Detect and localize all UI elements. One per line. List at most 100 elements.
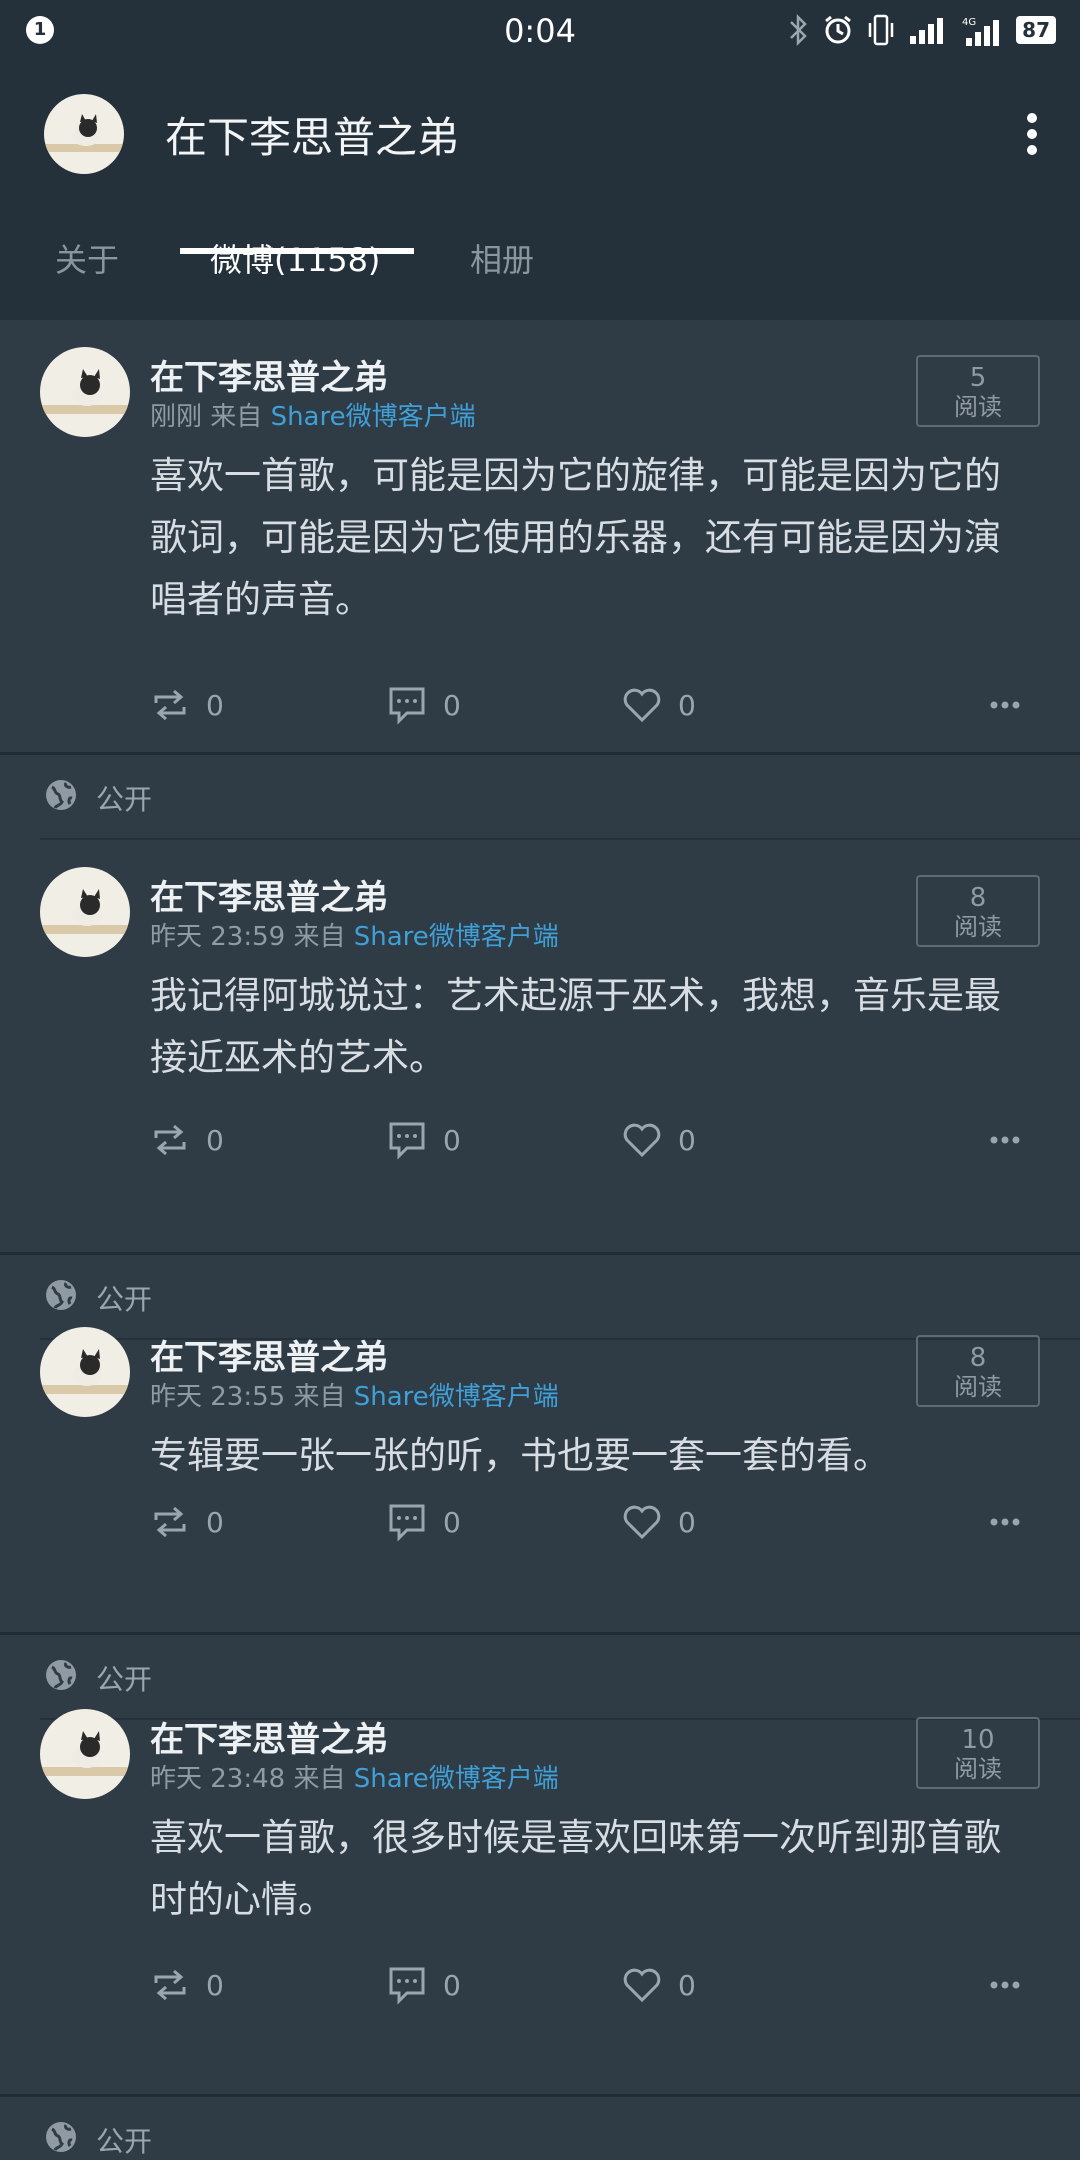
read-count-box: 8 阅读 (916, 1335, 1040, 1407)
read-count: 8 (969, 883, 987, 913)
post-meta: 昨天 23:59 来自 Share微博客户端 (150, 916, 559, 953)
comment-icon (387, 1965, 427, 2005)
post-divider (0, 2094, 1080, 2097)
like-button[interactable]: 0 (622, 1497, 696, 1547)
tab-weibo[interactable]: 微博(1158) (210, 235, 380, 281)
comment-button[interactable]: 0 (387, 680, 461, 730)
post-from-label: 来自 (293, 1764, 346, 1794)
read-count: 5 (969, 363, 987, 393)
post-card[interactable]: 在下李思普之弟 昨天 23:59 来自 Share微博客户端 8 阅读 我记得阿… (0, 840, 1080, 1180)
repost-icon (150, 1504, 190, 1540)
avatar[interactable] (40, 1327, 130, 1417)
more-horizontal-icon[interactable] (990, 1960, 1020, 2010)
repost-button[interactable]: 0 (150, 1960, 224, 2010)
repost-button[interactable]: 0 (150, 1497, 224, 1547)
post-card[interactable]: 在下李思普之弟 昨天 23:55 来自 Share微博客户端 8 阅读 专辑要一… (0, 1300, 1080, 1560)
avatar[interactable] (44, 94, 124, 174)
post-author[interactable]: 在下李思普之弟 (150, 350, 388, 399)
like-button[interactable]: 0 (622, 680, 696, 730)
read-label: 阅读 (954, 393, 1002, 421)
globe-icon (44, 778, 78, 819)
repost-count: 0 (206, 1505, 224, 1539)
comment-icon (387, 685, 427, 725)
network-type-label: 4G (962, 17, 976, 28)
more-horizontal-icon[interactable] (990, 680, 1020, 730)
read-count-box: 5 阅读 (916, 355, 1040, 427)
post-from-label: 来自 (210, 402, 263, 432)
globe-icon (44, 2120, 78, 2160)
repost-icon (150, 1122, 190, 1158)
post-text[interactable]: 喜欢一首歌，很多时候是喜欢回味第一次听到那首歌时的心情。 (150, 1807, 1035, 1931)
like-count: 0 (678, 688, 696, 722)
repost-count: 0 (206, 688, 224, 722)
avatar[interactable] (40, 867, 130, 957)
tab-about[interactable]: 关于 (55, 235, 119, 281)
post-card[interactable]: 在下李思普之弟 昨天 23:48 来自 Share微博客户端 10 阅读 喜欢一… (0, 1682, 1080, 2022)
read-count: 10 (961, 1725, 995, 1755)
post-meta: 刚刚 来自 Share微博客户端 (150, 396, 476, 433)
heart-icon (622, 687, 662, 723)
post-source-link[interactable]: Share微博客户端 (354, 1382, 559, 1412)
repost-icon (150, 687, 190, 723)
post-divider (0, 1252, 1080, 1255)
post-from-label: 来自 (293, 922, 346, 952)
heart-icon (622, 1504, 662, 1540)
repost-count: 0 (206, 1968, 224, 2002)
comment-button[interactable]: 0 (387, 1960, 461, 2010)
visibility-label: 公开 (96, 2125, 153, 2158)
like-button[interactable]: 0 (622, 1115, 696, 1165)
read-label: 阅读 (954, 1373, 1002, 1401)
post-source-link[interactable]: Share微博客户端 (354, 922, 559, 952)
read-label: 阅读 (954, 1755, 1002, 1783)
like-button[interactable]: 0 (622, 1960, 696, 2010)
post-meta: 昨天 23:55 来自 Share微博客户端 (150, 1376, 559, 1413)
profile-header: 在下李思普之弟 关于 微博(1158) 相册 (0, 60, 1080, 320)
active-tab-indicator (180, 248, 414, 254)
comment-button[interactable]: 0 (387, 1115, 461, 1165)
post-actions: 0 0 0 (0, 1115, 1080, 1165)
post-text[interactable]: 我记得阿城说过：艺术起源于巫术，我想，音乐是最接近巫术的艺术。 (150, 965, 1035, 1089)
tab-album[interactable]: 相册 (470, 235, 534, 281)
heart-icon (622, 1122, 662, 1158)
post-meta: 昨天 23:48 来自 Share微博客户端 (150, 1758, 559, 1795)
comment-button[interactable]: 0 (387, 1497, 461, 1547)
post-from-label: 来自 (293, 1382, 346, 1412)
repost-count: 0 (206, 1123, 224, 1157)
more-vertical-icon[interactable] (1024, 110, 1040, 158)
signal-4g-icon: 4G (962, 17, 1000, 46)
post-time: 刚刚 (150, 402, 203, 432)
post-author[interactable]: 在下李思普之弟 (150, 1330, 388, 1379)
heart-icon (622, 1967, 662, 2003)
post-text[interactable]: 喜欢一首歌，可能是因为它的旋律，可能是因为它的歌词，可能是因为它使用的乐器，还有… (150, 445, 1035, 631)
post-source-link[interactable]: Share微博客户端 (354, 1764, 559, 1794)
visibility-row: 公开 (44, 778, 152, 818)
visibility-label: 公开 (96, 783, 153, 816)
post-time: 昨天 23:48 (150, 1764, 286, 1794)
read-count-box: 10 阅读 (916, 1717, 1040, 1789)
post-actions: 0 0 0 (0, 1960, 1080, 2010)
avatar[interactable] (40, 347, 130, 437)
post-card[interactable]: 在下李思普之弟 刚刚 来自 Share微博客户端 5 阅读 喜欢一首歌，可能是因… (0, 320, 1080, 750)
repost-icon (150, 1967, 190, 2003)
read-count-box: 8 阅读 (916, 875, 1040, 947)
avatar[interactable] (40, 1709, 130, 1799)
repost-button[interactable]: 0 (150, 1115, 224, 1165)
read-count: 8 (969, 1343, 987, 1373)
more-horizontal-icon[interactable] (990, 1497, 1020, 1547)
post-author[interactable]: 在下李思普之弟 (150, 1712, 388, 1761)
post-text[interactable]: 专辑要一张一张的听，书也要一套一套的看。 (150, 1425, 1035, 1487)
post-divider (0, 1632, 1080, 1635)
comment-count: 0 (443, 1123, 461, 1157)
repost-button[interactable]: 0 (150, 680, 224, 730)
post-source-link[interactable]: Share微博客户端 (271, 402, 476, 432)
page-title: 在下李思普之弟 (165, 113, 460, 162)
post-time: 昨天 23:59 (150, 922, 286, 952)
vibrate-icon (868, 14, 894, 46)
signal-icon (910, 18, 944, 44)
like-count: 0 (678, 1123, 696, 1157)
post-divider (0, 752, 1080, 755)
post-author[interactable]: 在下李思普之弟 (150, 870, 388, 919)
more-horizontal-icon[interactable] (990, 1115, 1020, 1165)
comment-count: 0 (443, 688, 461, 722)
battery-level: 87 (1016, 16, 1056, 44)
